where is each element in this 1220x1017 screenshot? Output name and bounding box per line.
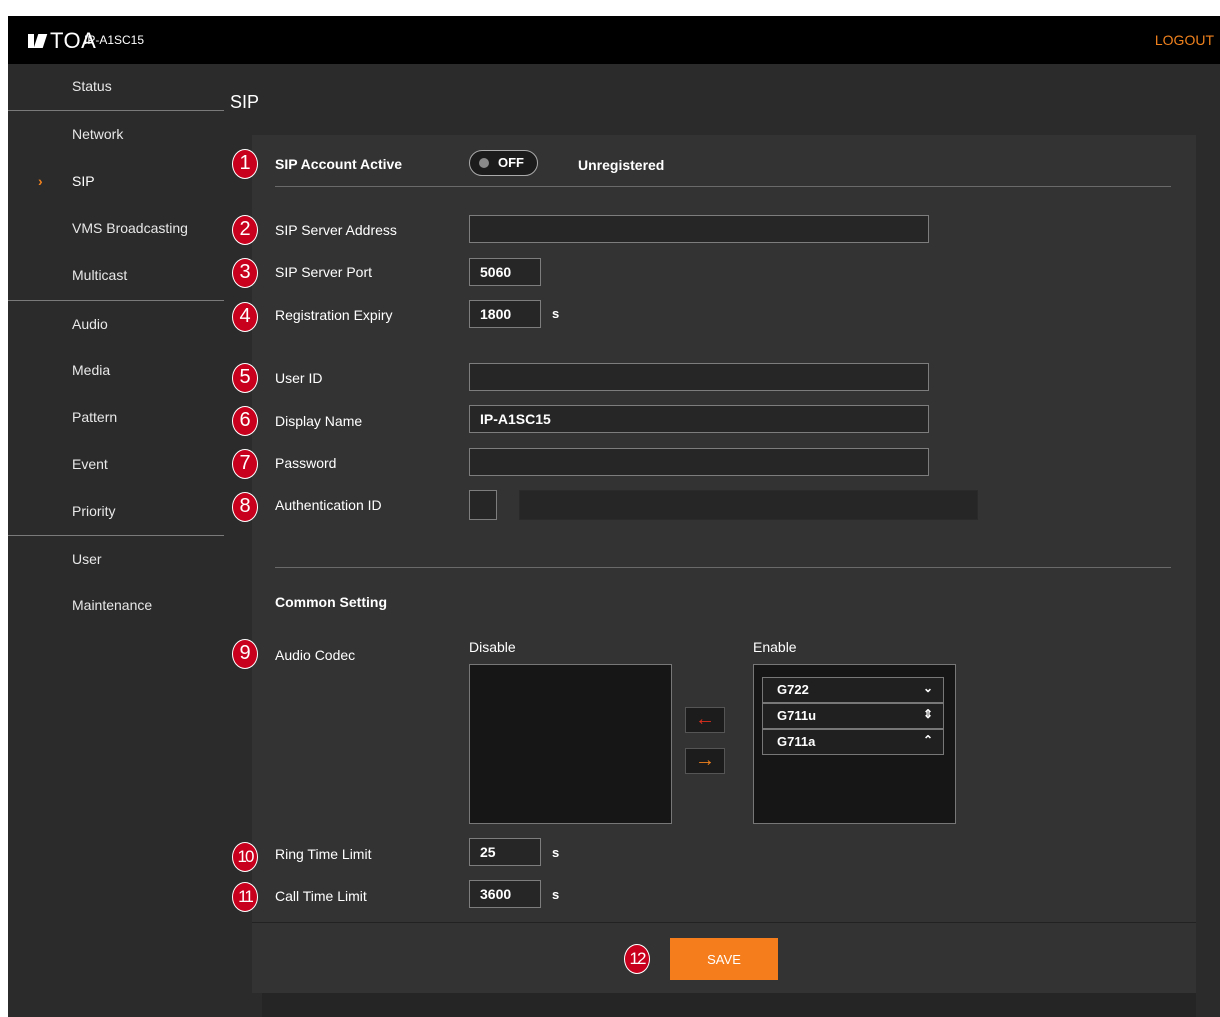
disable-list-label: Disable — [469, 639, 516, 655]
chevron-up-down-icon[interactable]: ⇕ — [923, 707, 933, 721]
sidebar-item-sip[interactable]: SIP — [72, 173, 95, 189]
callout-badge: 10 — [232, 842, 258, 872]
user-id-label: User ID — [275, 370, 323, 386]
sidebar-item-status[interactable]: Status — [72, 78, 112, 94]
password-input[interactable] — [469, 448, 929, 476]
enable-list-label: Enable — [753, 639, 797, 655]
sidebar-item-event[interactable]: Event — [72, 456, 108, 472]
user-id-input[interactable] — [469, 363, 929, 391]
callout-badge: 5 — [232, 363, 258, 393]
authentication-id-input[interactable] — [519, 490, 978, 520]
sidebar-item-maintenance[interactable]: Maintenance — [72, 597, 152, 613]
sidebar-item-multicast[interactable]: Multicast — [72, 267, 127, 283]
audio-codec-label: Audio Codec — [275, 647, 356, 663]
registration-expiry-input[interactable] — [469, 300, 541, 328]
top-bar: TOA IP-A1SC15 LOGOUT — [8, 16, 1220, 64]
callout-badge: 4 — [232, 302, 258, 332]
save-button[interactable]: SAVE — [670, 938, 778, 980]
toggle-knob-icon — [479, 158, 489, 168]
sip-server-address-input[interactable] — [469, 215, 929, 243]
call-time-limit-label: Call Time Limit — [275, 888, 367, 904]
registration-expiry-label: Registration Expiry — [275, 307, 393, 323]
divider — [275, 186, 1171, 187]
common-setting-heading: Common Setting — [275, 594, 387, 610]
settings-panel — [252, 135, 1196, 993]
sidebar-divider — [8, 110, 224, 111]
callout-badge: 11 — [232, 882, 258, 912]
display-name-label: Display Name — [275, 413, 363, 429]
disabled-codec-list[interactable] — [469, 664, 672, 824]
move-right-arrow-icon[interactable]: → — [685, 748, 725, 774]
seconds-unit: s — [552, 306, 560, 321]
sip-account-active-label: SIP Account Active — [275, 156, 403, 172]
chevron-up-icon[interactable]: ⌃ — [923, 733, 933, 747]
ring-time-limit-label: Ring Time Limit — [275, 846, 372, 862]
callout-badge: 8 — [232, 492, 258, 522]
sip-server-port-input[interactable] — [469, 258, 541, 286]
callout-badge: 12 — [624, 944, 650, 974]
callout-badge: 7 — [232, 449, 258, 479]
chevron-right-icon: › — [38, 173, 43, 189]
callout-badge: 2 — [232, 215, 258, 245]
sidebar-item-priority[interactable]: Priority — [72, 503, 116, 519]
sidebar-item-user[interactable]: User — [72, 551, 102, 567]
registration-status: Unregistered — [578, 157, 665, 173]
codec-row-g722[interactable]: G722 ⌄ — [762, 677, 944, 703]
callout-badge: 1 — [232, 149, 258, 179]
codec-row-g711u[interactable]: G711u ⇕ — [762, 703, 944, 729]
sidebar-divider — [8, 535, 224, 536]
seconds-unit: s — [552, 845, 560, 860]
codec-row-g711a[interactable]: G711a ⌃ — [762, 729, 944, 755]
codec-name: G722 — [777, 682, 809, 697]
sidebar-item-pattern[interactable]: Pattern — [72, 409, 117, 425]
toggle-state: OFF — [498, 155, 524, 170]
sip-account-toggle[interactable]: OFF — [469, 150, 538, 176]
divider — [252, 922, 1196, 923]
password-label: Password — [275, 455, 337, 471]
device-model: IP-A1SC15 — [84, 33, 145, 47]
sidebar-divider — [8, 300, 224, 301]
logout-link[interactable]: LOGOUT — [1155, 32, 1214, 48]
authentication-id-label: Authentication ID — [275, 497, 382, 513]
call-time-limit-input[interactable] — [469, 880, 541, 908]
ring-time-limit-input[interactable] — [469, 838, 541, 866]
seconds-unit: s — [552, 887, 560, 902]
sip-server-address-label: SIP Server Address — [275, 222, 397, 238]
page-title: SIP — [230, 92, 260, 112]
callout-badge: 3 — [232, 258, 258, 288]
sip-server-port-label: SIP Server Port — [275, 264, 373, 280]
display-name-input[interactable] — [469, 405, 929, 433]
sidebar-item-media[interactable]: Media — [72, 362, 110, 378]
divider — [275, 567, 1171, 568]
move-left-arrow-icon[interactable]: ← — [685, 707, 725, 733]
callout-badge: 6 — [232, 406, 258, 436]
callout-badge: 9 — [232, 639, 258, 669]
authentication-id-checkbox[interactable] — [469, 490, 497, 520]
sidebar-item-vms-broadcasting[interactable]: VMS Broadcasting — [72, 220, 188, 236]
codec-name: G711u — [777, 708, 817, 723]
sidebar-item-network[interactable]: Network — [72, 126, 123, 142]
enabled-codec-list[interactable]: G722 ⌄ G711u ⇕ G711a ⌃ — [753, 664, 956, 824]
toa-logo-icon — [28, 34, 46, 48]
chevron-down-icon[interactable]: ⌄ — [923, 681, 933, 695]
panel-footer-strip — [262, 993, 1196, 1017]
app-frame: TOA IP-A1SC15 LOGOUT Status Network › SI… — [8, 16, 1220, 1017]
codec-name: G711a — [777, 734, 816, 749]
sidebar-item-audio[interactable]: Audio — [72, 316, 108, 332]
